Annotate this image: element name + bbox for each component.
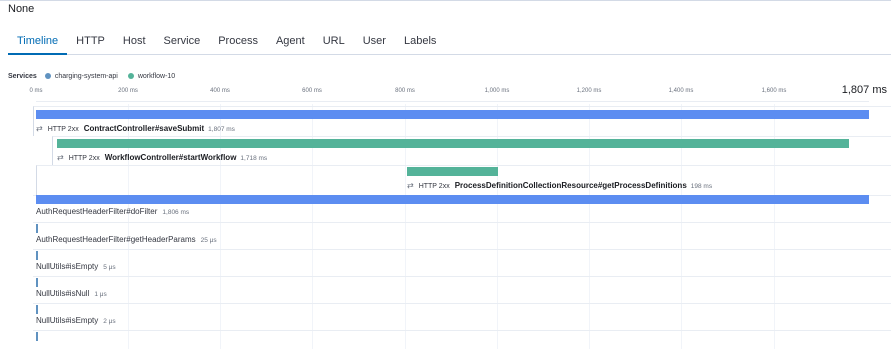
- service-color-dot: [127, 73, 134, 79]
- span-row-background: [33, 276, 891, 303]
- span-row[interactable]: AuthRequestHeaderFilter#getHeaderParams …: [0, 222, 891, 249]
- tab-url[interactable]: URL: [314, 30, 354, 54]
- span-duration: 25 μs: [200, 237, 217, 244]
- span-name: WorkflowController#startWorkflow: [104, 153, 237, 162]
- span-duration: 1,718 ms: [240, 155, 268, 162]
- span-name: NullUtils#isNull: [36, 289, 90, 298]
- tab-labels[interactable]: Labels: [395, 30, 445, 54]
- timeline-axis: 0 ms 200 ms 400 ms 600 ms 800 ms 1,000 m…: [0, 80, 891, 104]
- span-label: NullUtils#isEmpty 5 μs: [36, 262, 116, 271]
- axis-tick-label: 600 ms: [302, 88, 322, 94]
- service-name: charging-system-api: [54, 72, 118, 80]
- span-bar[interactable]: [36, 224, 38, 233]
- span-label: AuthRequestHeaderFilter#getHeaderParams …: [36, 235, 217, 244]
- span-row-background: [33, 303, 891, 330]
- http-status: HTTP 2xx: [68, 155, 100, 162]
- http-link-icon: ⇄: [57, 153, 64, 162]
- service-name: workflow-10: [137, 72, 176, 80]
- axis-tick-label: 1,200 ms: [576, 88, 602, 94]
- tab-service[interactable]: Service: [155, 30, 210, 54]
- span-duration: 1 μs: [94, 291, 107, 298]
- span-label: ⇄ HTTP 2xx WorkflowController#startWorkf…: [57, 153, 267, 162]
- span-row[interactable]: AuthRequestHeaderFilter#doFilter 1,806 m…: [0, 195, 891, 222]
- span-row-background: [33, 330, 891, 349]
- span-bar[interactable]: [36, 195, 869, 204]
- span-label: ⇄ HTTP 2xx ProcessDefinitionCollectionRe…: [407, 181, 712, 190]
- top-border: [0, 0, 891, 1]
- span-label: NullUtils#isEmpty 2 μs: [36, 316, 116, 325]
- axis-tick-label: 0 ms: [29, 88, 43, 94]
- span-bar[interactable]: [36, 305, 38, 314]
- span-bar[interactable]: [407, 167, 498, 176]
- span-row[interactable]: [0, 330, 891, 349]
- tab-user[interactable]: User: [354, 30, 395, 54]
- span-row-background: [33, 249, 891, 276]
- axis-line: [36, 101, 869, 102]
- http-status: HTTP 2xx: [418, 183, 450, 190]
- span-bar[interactable]: [36, 278, 38, 287]
- trace-waterfall: ⇄ HTTP 2xx ContractController#saveSubmit…: [0, 104, 891, 349]
- tab-timeline[interactable]: Timeline: [8, 30, 68, 55]
- span-name: ContractController#saveSubmit: [83, 124, 205, 133]
- span-duration: 2 μs: [103, 318, 116, 325]
- page-title: None: [8, 3, 35, 15]
- span-bar[interactable]: [36, 110, 869, 119]
- service-legend-item[interactable]: workflow-10: [127, 72, 176, 80]
- span-row[interactable]: NullUtils#isNull 1 μs: [0, 276, 891, 303]
- axis-tick-label: 800 ms: [395, 88, 415, 94]
- service-color-dot: [44, 73, 51, 79]
- span-name: AuthRequestHeaderFilter#getHeaderParams: [36, 235, 196, 244]
- span-row[interactable]: NullUtils#isEmpty 2 μs: [0, 303, 891, 330]
- http-link-icon: ⇄: [407, 181, 414, 190]
- axis-tick-label: 1,600 ms: [761, 88, 787, 94]
- axis-tick-label: 1,000 ms: [484, 88, 510, 94]
- tab-host[interactable]: Host: [114, 30, 155, 54]
- span-label: NullUtils#isNull 1 μs: [36, 289, 107, 298]
- span-bar[interactable]: [36, 251, 38, 260]
- span-name: NullUtils#isEmpty: [36, 262, 99, 271]
- tab-agent[interactable]: Agent: [267, 30, 314, 54]
- axis-tick-label: 200 ms: [118, 88, 138, 94]
- span-row[interactable]: ⇄ HTTP 2xx WorkflowController#startWorkf…: [0, 136, 891, 165]
- span-duration: 5 μs: [103, 264, 116, 271]
- span-row[interactable]: ⇄ HTTP 2xx ProcessDefinitionCollectionRe…: [0, 165, 891, 195]
- services-label: Services: [8, 72, 37, 80]
- tab-process[interactable]: Process: [209, 30, 267, 54]
- tab-bar: Timeline HTTP Host Service Process Agent…: [8, 30, 891, 55]
- span-name: ProcessDefinitionCollectionResource#getP…: [454, 181, 687, 190]
- axis-total-duration: 1,807 ms: [841, 84, 887, 96]
- http-link-icon: ⇄: [36, 124, 43, 133]
- tab-http[interactable]: HTTP: [67, 30, 114, 54]
- span-bar[interactable]: [57, 139, 849, 148]
- axis-tick-label: 400 ms: [210, 88, 230, 94]
- span-duration: 1,806 ms: [162, 209, 190, 216]
- span-row[interactable]: NullUtils#isEmpty 5 μs: [0, 249, 891, 276]
- span-row[interactable]: ⇄ HTTP 2xx ContractController#saveSubmit…: [0, 106, 891, 136]
- axis-tick-label: 1,400 ms: [668, 88, 694, 94]
- span-name: AuthRequestHeaderFilter#doFilter: [36, 207, 158, 216]
- span-duration: 198 ms: [690, 183, 713, 190]
- http-status: HTTP 2xx: [47, 126, 79, 133]
- span-label: AuthRequestHeaderFilter#doFilter 1,806 m…: [36, 207, 189, 216]
- span-label: ⇄ HTTP 2xx ContractController#saveSubmit…: [36, 124, 235, 133]
- span-bar[interactable]: [36, 332, 38, 341]
- service-legend-item[interactable]: charging-system-api: [44, 72, 118, 80]
- span-duration: 1,807 ms: [208, 126, 235, 133]
- span-name: NullUtils#isEmpty: [36, 316, 99, 325]
